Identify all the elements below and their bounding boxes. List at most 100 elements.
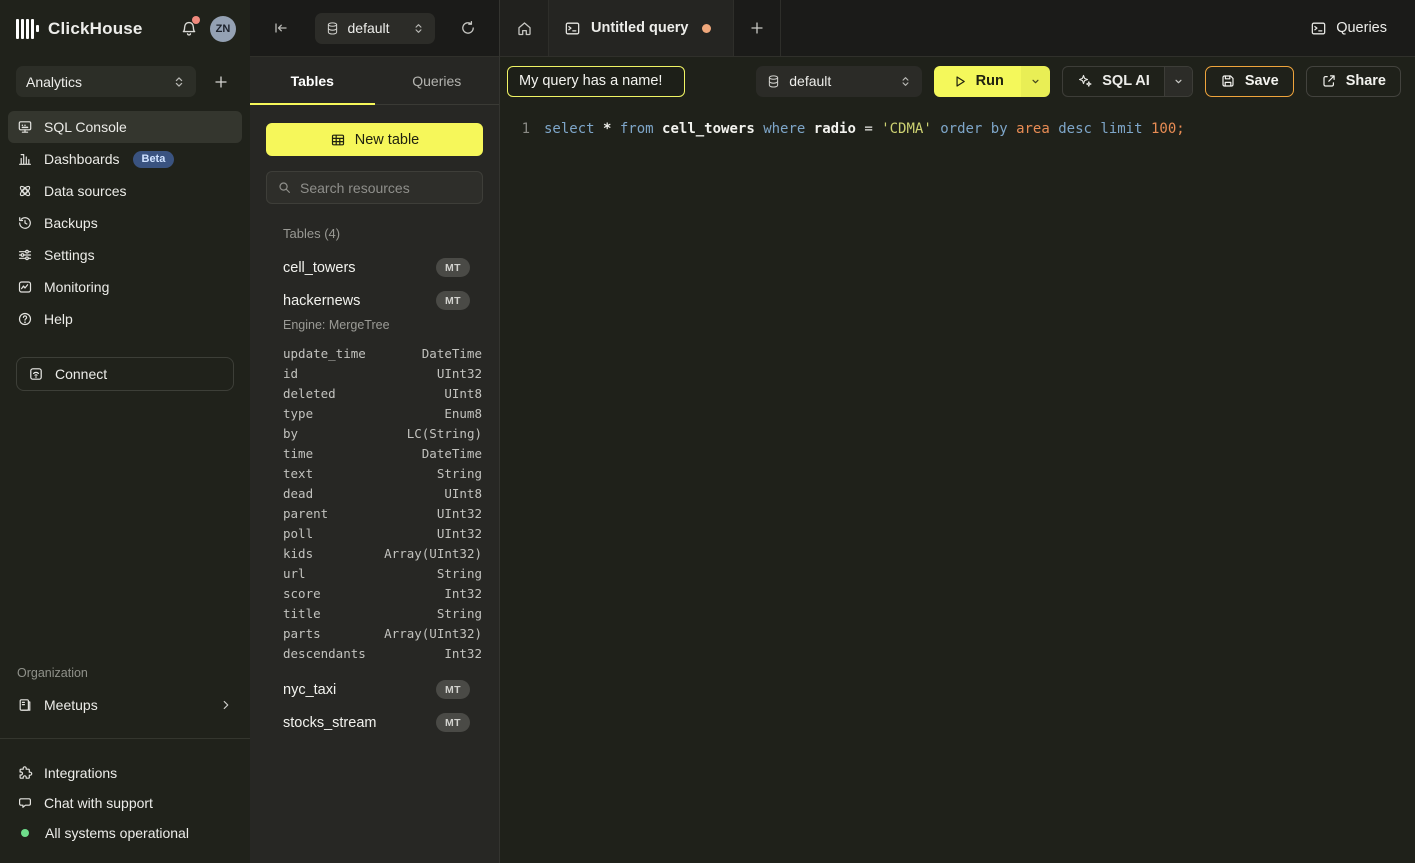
sql-token: 'CDMA' <box>881 121 940 137</box>
column-type: UInt32 <box>437 366 482 381</box>
line-number: 1 <box>500 119 530 863</box>
chevron-up-down-icon <box>899 75 912 88</box>
queries-button[interactable]: Queries <box>1310 0 1387 56</box>
new-tab-button[interactable] <box>734 0 781 56</box>
refresh-button[interactable] <box>455 15 481 41</box>
database-selector-header[interactable]: default <box>315 13 435 44</box>
sql-token: select <box>544 121 603 137</box>
connect-button[interactable]: Connect <box>16 357 234 391</box>
beta-badge: Beta <box>133 151 175 168</box>
collapse-panel-button[interactable] <box>268 15 294 41</box>
clickhouse-logo-icon <box>16 19 39 39</box>
tab-queries[interactable]: Queries <box>375 57 500 104</box>
data-sources-icon <box>17 183 33 199</box>
explorer-body: New table Tables (4) cell_towers MT hack… <box>250 105 499 863</box>
column-name: descendants <box>283 646 366 661</box>
sidebar-item-label: Backups <box>44 215 98 231</box>
chevron-down-icon <box>1029 75 1042 88</box>
new-table-label: New table <box>355 132 419 148</box>
column-name: deleted <box>283 386 336 401</box>
sidebar-item-backups[interactable]: Backups <box>8 207 242 239</box>
column-row: byLC(String) <box>283 423 483 443</box>
run-button[interactable]: Run <box>934 66 1021 97</box>
sidebar-item-monitoring[interactable]: Monitoring <box>8 271 242 303</box>
database-selector-value: default <box>789 73 891 89</box>
sql-ai-options-button[interactable] <box>1164 67 1192 96</box>
sidebar-item-help[interactable]: Help <box>8 303 242 335</box>
sidebar-item-data-sources[interactable]: Data sources <box>8 175 242 207</box>
sql-editor[interactable]: 1 select * from cell_towers where radio … <box>500 105 1415 863</box>
database-icon <box>325 21 340 36</box>
engine-badge: MT <box>436 680 470 699</box>
query-tab[interactable]: Untitled query <box>548 0 734 56</box>
organization-label: Organization <box>0 666 250 680</box>
main-area: Untitled query Queries <box>500 0 1415 863</box>
search-input[interactable] <box>300 180 481 196</box>
query-toolbar: default Run <box>500 57 1415 105</box>
chat-support-link[interactable]: Chat with support <box>8 788 242 818</box>
notifications-button[interactable] <box>178 18 200 40</box>
integrations-link[interactable]: Integrations <box>8 758 242 788</box>
sidebar-item-settings[interactable]: Settings <box>8 239 242 271</box>
sidebar-item-label: Dashboards <box>44 151 120 167</box>
column-row: idUInt32 <box>283 363 483 383</box>
save-button[interactable]: Save <box>1205 66 1294 97</box>
column-name: time <box>283 446 313 461</box>
workspace-selector[interactable]: Analytics <box>16 66 196 97</box>
sql-token: order by <box>940 121 1016 137</box>
column-name: score <box>283 586 321 601</box>
sidebar-item-label: Data sources <box>44 183 126 199</box>
sidebar-item-label: Settings <box>44 247 95 263</box>
system-status-label: All systems operational <box>45 825 189 841</box>
column-type: String <box>437 606 482 621</box>
sidebar-item-meetups[interactable]: Meetups <box>8 689 242 721</box>
sql-token: desc <box>1058 121 1100 137</box>
system-status-link[interactable]: All systems operational <box>8 818 242 848</box>
share-button[interactable]: Share <box>1306 66 1401 97</box>
sql-token: ; <box>1176 121 1184 137</box>
column-row: kidsArray(UInt32) <box>283 543 483 563</box>
sql-ai-button[interactable]: SQL AI <box>1063 67 1164 96</box>
explorer-panel: default Tables Queries <box>250 0 500 863</box>
new-table-button[interactable]: New table <box>266 123 483 156</box>
avatar[interactable]: ZN <box>210 16 236 42</box>
sidebar-item-dashboards[interactable]: Dashboards Beta <box>8 143 242 175</box>
help-icon <box>17 311 33 327</box>
tables-section-title: Tables (4) <box>283 226 483 241</box>
sql-token: = <box>864 121 881 137</box>
column-name: by <box>283 426 298 441</box>
home-button[interactable] <box>500 0 548 56</box>
table-row-cell-towers[interactable]: cell_towers MT <box>283 251 483 284</box>
column-row: partsArray(UInt32) <box>283 623 483 643</box>
home-icon <box>516 20 533 37</box>
column-name: dead <box>283 486 313 501</box>
table-icon <box>330 132 346 148</box>
table-row-hackernews[interactable]: hackernews MT <box>283 284 483 317</box>
sidebar-nav: SQL Console Dashboards Beta Data sources <box>0 103 250 335</box>
plus-icon <box>213 74 229 90</box>
search-icon <box>277 180 292 195</box>
sql-ai-button-group: SQL AI <box>1062 66 1193 97</box>
status-green-dot <box>21 829 29 837</box>
table-row-nyc-taxi[interactable]: nyc_taxi MT <box>283 673 483 706</box>
share-button-label: Share <box>1346 73 1386 89</box>
backups-history-icon <box>17 215 33 231</box>
add-workspace-button[interactable] <box>208 69 234 95</box>
tab-tables[interactable]: Tables <box>250 57 375 104</box>
database-selector-toolbar[interactable]: default <box>756 66 922 97</box>
table-row-stocks-stream[interactable]: stocks_stream MT <box>283 706 483 739</box>
plus-icon <box>749 20 765 36</box>
column-row: urlString <box>283 563 483 583</box>
header-spacer <box>781 0 1310 56</box>
column-name: parts <box>283 626 321 641</box>
column-row: timeDateTime <box>283 443 483 463</box>
play-icon <box>952 74 967 89</box>
sql-token: cell_towers <box>662 121 763 137</box>
sql-token: from <box>620 121 662 137</box>
app-root: ClickHouse ZN Analytics <box>0 0 1415 863</box>
column-name: type <box>283 406 313 421</box>
sidebar-spacer <box>0 391 250 666</box>
query-name-input[interactable] <box>507 66 685 97</box>
run-options-button[interactable] <box>1021 66 1050 97</box>
sidebar-item-sql-console[interactable]: SQL Console <box>8 111 242 143</box>
